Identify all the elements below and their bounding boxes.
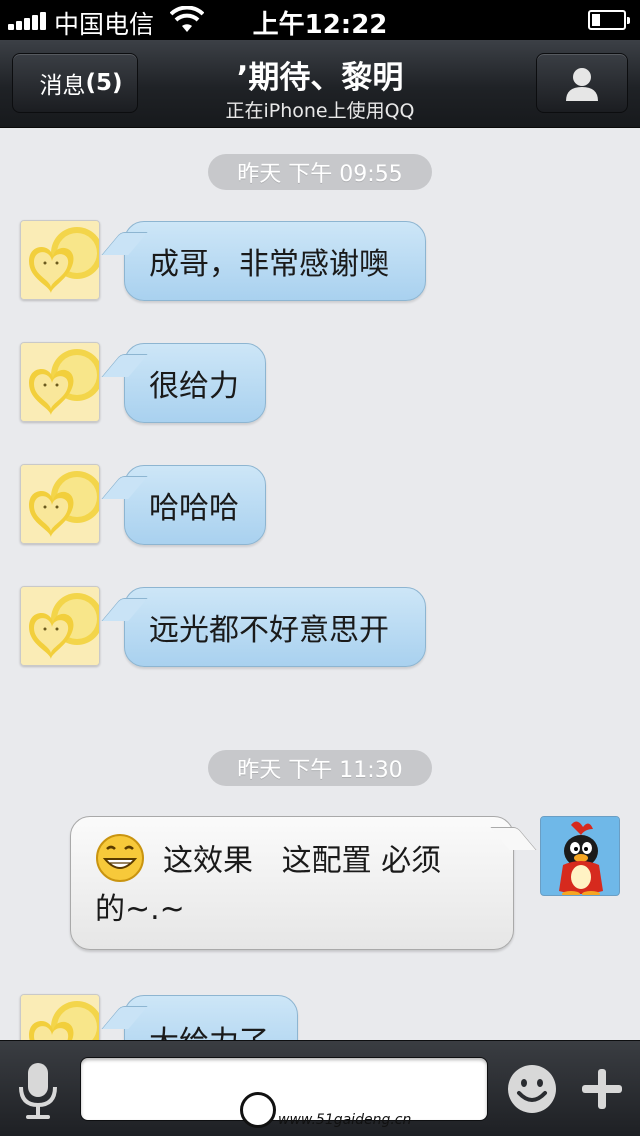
- incoming-message-bubble[interactable]: 大给力了: [124, 995, 298, 1040]
- lemon-avatar-image: [21, 343, 99, 421]
- smiley-icon[interactable]: [506, 1063, 558, 1115]
- lemon-avatar-image: [21, 221, 99, 299]
- timestamp: 昨天 下午 11:30: [208, 750, 432, 786]
- message-text-line-2: 的~.~: [95, 892, 185, 927]
- back-to-messages-button[interactable]: 消息 (5): [12, 53, 138, 113]
- watermark-logo-icon: [240, 1092, 276, 1128]
- contact-avatar[interactable]: [20, 220, 100, 300]
- grin-emoji: [96, 834, 144, 882]
- unread-count-badge: (5): [85, 70, 123, 96]
- person-icon: [566, 68, 598, 101]
- watermark: www.51gaideng.cn: [240, 1092, 420, 1132]
- chat-subtitle: 正在iPhone上使用QQ: [225, 100, 415, 122]
- navigation-bar: 消息 (5) ’期待、黎明 正在iPhone上使用QQ: [0, 40, 640, 128]
- my-avatar[interactable]: [540, 816, 620, 896]
- message-text: 很给力: [149, 369, 239, 404]
- timestamp: 昨天 下午 09:55: [208, 154, 432, 190]
- chat-title: ’期待、黎明: [236, 60, 404, 96]
- incoming-message-bubble[interactable]: 成哥，非常感谢噢: [124, 221, 426, 301]
- contact-avatar[interactable]: [20, 994, 100, 1040]
- incoming-message-bubble[interactable]: 远光都不好意思开: [124, 587, 426, 667]
- qq-penguin-avatar-image: [541, 817, 619, 895]
- lemon-avatar-image: [21, 465, 99, 543]
- lemon-avatar-image: [21, 587, 99, 665]
- message-text: 成哥，非常感谢噢: [149, 247, 389, 282]
- incoming-message-bubble[interactable]: 哈哈哈: [124, 465, 266, 545]
- status-bar: 中国电信 上午12:22: [0, 0, 640, 40]
- plus-icon[interactable]: [578, 1065, 626, 1113]
- back-button-label: 消息: [39, 73, 86, 99]
- message-text: 大给力了: [149, 1017, 269, 1040]
- watermark-text: www.51gaideng.cn: [278, 1112, 412, 1128]
- message-text: 哈哈哈: [149, 491, 239, 526]
- battery-icon: [588, 10, 630, 30]
- incoming-message-bubble[interactable]: 很给力: [124, 343, 266, 423]
- chat-message-list[interactable]: 昨天 下午 09:55 成哥，非常感谢噢 很给力 哈哈哈 远光都不好意思开 昨天…: [0, 129, 640, 1040]
- contact-avatar[interactable]: [20, 342, 100, 422]
- message-text: 远光都不好意思开: [149, 613, 389, 648]
- status-time: 上午12:22: [252, 10, 388, 40]
- lemon-avatar-image: [21, 995, 99, 1040]
- contact-avatar[interactable]: [20, 464, 100, 544]
- microphone-icon[interactable]: [16, 1061, 60, 1121]
- contact-profile-button[interactable]: [536, 53, 628, 113]
- outgoing-message-bubble[interactable]: 这效果 这配置 必须 的~.~: [70, 816, 514, 950]
- contact-avatar[interactable]: [20, 586, 100, 666]
- message-text-line-1: 这效果 这配置 必须: [163, 843, 442, 879]
